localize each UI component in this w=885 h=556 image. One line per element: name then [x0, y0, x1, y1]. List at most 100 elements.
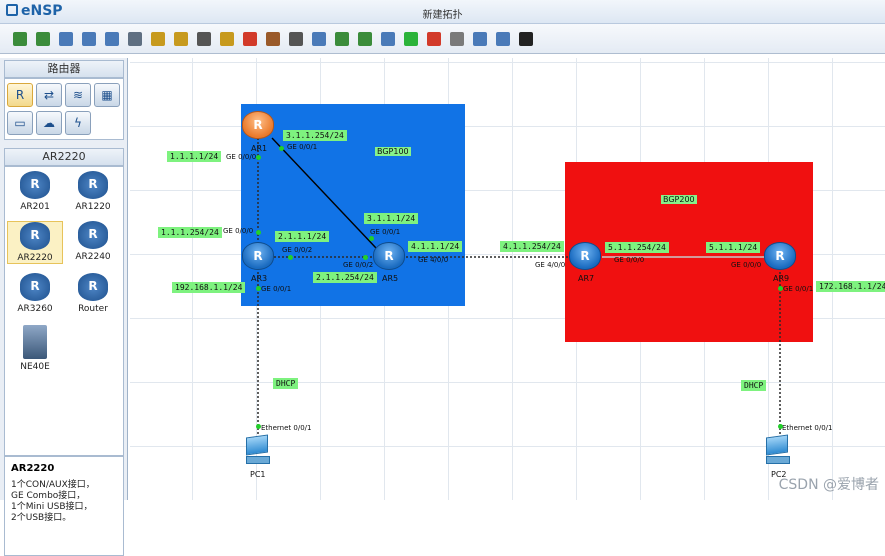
select-icon[interactable]: [194, 29, 214, 49]
router-icon: [242, 111, 274, 139]
pc-category-icon[interactable]: ▭: [7, 111, 33, 135]
toolbar: [0, 24, 885, 54]
port-dot: [363, 255, 368, 260]
port-label: GE 0/0/0: [226, 153, 257, 161]
zoom-out-icon: [358, 32, 372, 46]
port-dot: [369, 236, 374, 241]
delete-link-icon[interactable]: [263, 29, 283, 49]
device-router[interactable]: Router: [65, 273, 121, 314]
save-as-icon[interactable]: [102, 29, 122, 49]
zoom-in-icon[interactable]: [332, 29, 352, 49]
device-label: AR1220: [75, 202, 111, 212]
pc2[interactable]: [766, 434, 792, 466]
port-label: Ethernet 0/0/1: [782, 424, 833, 432]
drag-icon[interactable]: [217, 29, 237, 49]
device-palette: 路由器 R ⇄ ≋ ▦ ▭ ☁ ϟ AR2220 AR201 AR1220 AR…: [0, 58, 128, 556]
port-label: GE 4/0/0: [535, 261, 566, 269]
port-dot: [256, 230, 261, 235]
pc-icon: [246, 434, 268, 456]
port-dot: [256, 424, 261, 429]
ne40e-icon: [23, 325, 47, 359]
device-ar2220[interactable]: AR2220: [7, 221, 63, 264]
ip-label: 2.1.1.254/24: [313, 272, 377, 283]
device-label: AR2240: [75, 252, 111, 262]
ip-label: 4.1.1.254/24: [500, 241, 564, 252]
device-label: AR3260: [17, 304, 53, 314]
print-icon[interactable]: [125, 29, 145, 49]
palette-icon[interactable]: [309, 29, 329, 49]
device-label: Router: [78, 304, 108, 314]
pc-icon: [766, 434, 788, 456]
open-icon[interactable]: [56, 29, 76, 49]
router-ar3[interactable]: [242, 242, 274, 270]
topology-canvas[interactable]: BGP100 BGP200 AR1 AR3 AR5 AR7 AR9 PC1 PC…: [130, 58, 885, 500]
router-category-icon[interactable]: R: [7, 83, 33, 107]
device-ne40e[interactable]: NE40E: [7, 325, 63, 372]
drag-icon: [220, 32, 234, 46]
router-ar1[interactable]: [242, 111, 274, 139]
port-dot: [256, 286, 261, 291]
pc1[interactable]: [246, 434, 272, 466]
stop-icon[interactable]: [424, 29, 444, 49]
port-dot: [279, 146, 284, 151]
router-ar5[interactable]: [373, 242, 405, 270]
device-ar2240[interactable]: AR2240: [65, 221, 121, 262]
device-ar1220[interactable]: AR1220: [65, 171, 121, 212]
ip-label: 1.1.1.1/24: [167, 151, 222, 162]
select-icon: [197, 32, 211, 46]
console-icon[interactable]: [516, 29, 536, 49]
undo-icon: [151, 32, 165, 46]
ip-label: 1.1.1.254/24: [158, 227, 222, 238]
router-name: AR1: [251, 144, 268, 153]
zoom-out-icon[interactable]: [355, 29, 375, 49]
new-lab-icon[interactable]: [33, 29, 53, 49]
text-icon: [289, 32, 303, 46]
cable-category-icon[interactable]: ϟ: [65, 111, 91, 135]
capture-icon[interactable]: [447, 29, 467, 49]
new-topology-icon: [13, 32, 27, 46]
category-header: 路由器: [4, 60, 124, 78]
ip-label: 3.1.1.1/24: [364, 213, 419, 224]
save-icon[interactable]: [79, 29, 99, 49]
new-topology-icon[interactable]: [10, 29, 30, 49]
info-title: AR2220: [11, 463, 55, 474]
router-icon: [78, 171, 108, 199]
ip-label: 172.168.1.1/24: [816, 281, 885, 292]
router-icon: [20, 171, 50, 199]
undo-icon[interactable]: [148, 29, 168, 49]
console-icon: [519, 32, 533, 46]
title-bar: eNSP 新建拓扑: [0, 0, 885, 24]
router-icon: [78, 273, 108, 301]
wlan-category-icon[interactable]: ≋: [65, 83, 91, 107]
device-ar201[interactable]: AR201: [7, 171, 63, 212]
layout-icon: [473, 32, 487, 46]
router-ar9[interactable]: [764, 242, 796, 270]
device-info-panel: AR2220 1个CON/AUX接口， GE Combo接口， 1个Mini U…: [4, 456, 124, 556]
start-icon[interactable]: [401, 29, 421, 49]
device-label: AR2220: [17, 253, 53, 263]
router-icon: [764, 242, 796, 270]
ip-label: 4.1.1.1/24: [408, 241, 463, 252]
topo-icon[interactable]: [493, 29, 513, 49]
ip-label: 2.1.1.1/24: [275, 231, 330, 242]
router-ar7[interactable]: [569, 242, 601, 270]
firewall-category-icon[interactable]: ▦: [94, 83, 120, 107]
port-dot: [778, 424, 783, 429]
open-icon: [59, 32, 73, 46]
port-label: Ethernet 0/0/1: [261, 424, 312, 432]
redo-icon[interactable]: [171, 29, 191, 49]
ip-label: 3.1.1.254/24: [283, 130, 347, 141]
switch-category-icon[interactable]: ⇄: [36, 83, 62, 107]
ip-label: 192.168.1.1/24: [172, 282, 246, 293]
port-dot: [778, 286, 783, 291]
pc-base: [766, 456, 790, 464]
port-label: GE 0/0/0: [614, 256, 645, 264]
layout-icon[interactable]: [470, 29, 490, 49]
device-ar3260[interactable]: AR3260: [7, 273, 63, 314]
text-icon[interactable]: [286, 29, 306, 49]
router-icon: [20, 273, 50, 301]
dhcp-label: DHCP: [273, 378, 299, 389]
fit-icon[interactable]: [378, 29, 398, 49]
delete-icon[interactable]: [240, 29, 260, 49]
cloud-category-icon[interactable]: ☁: [36, 111, 62, 135]
